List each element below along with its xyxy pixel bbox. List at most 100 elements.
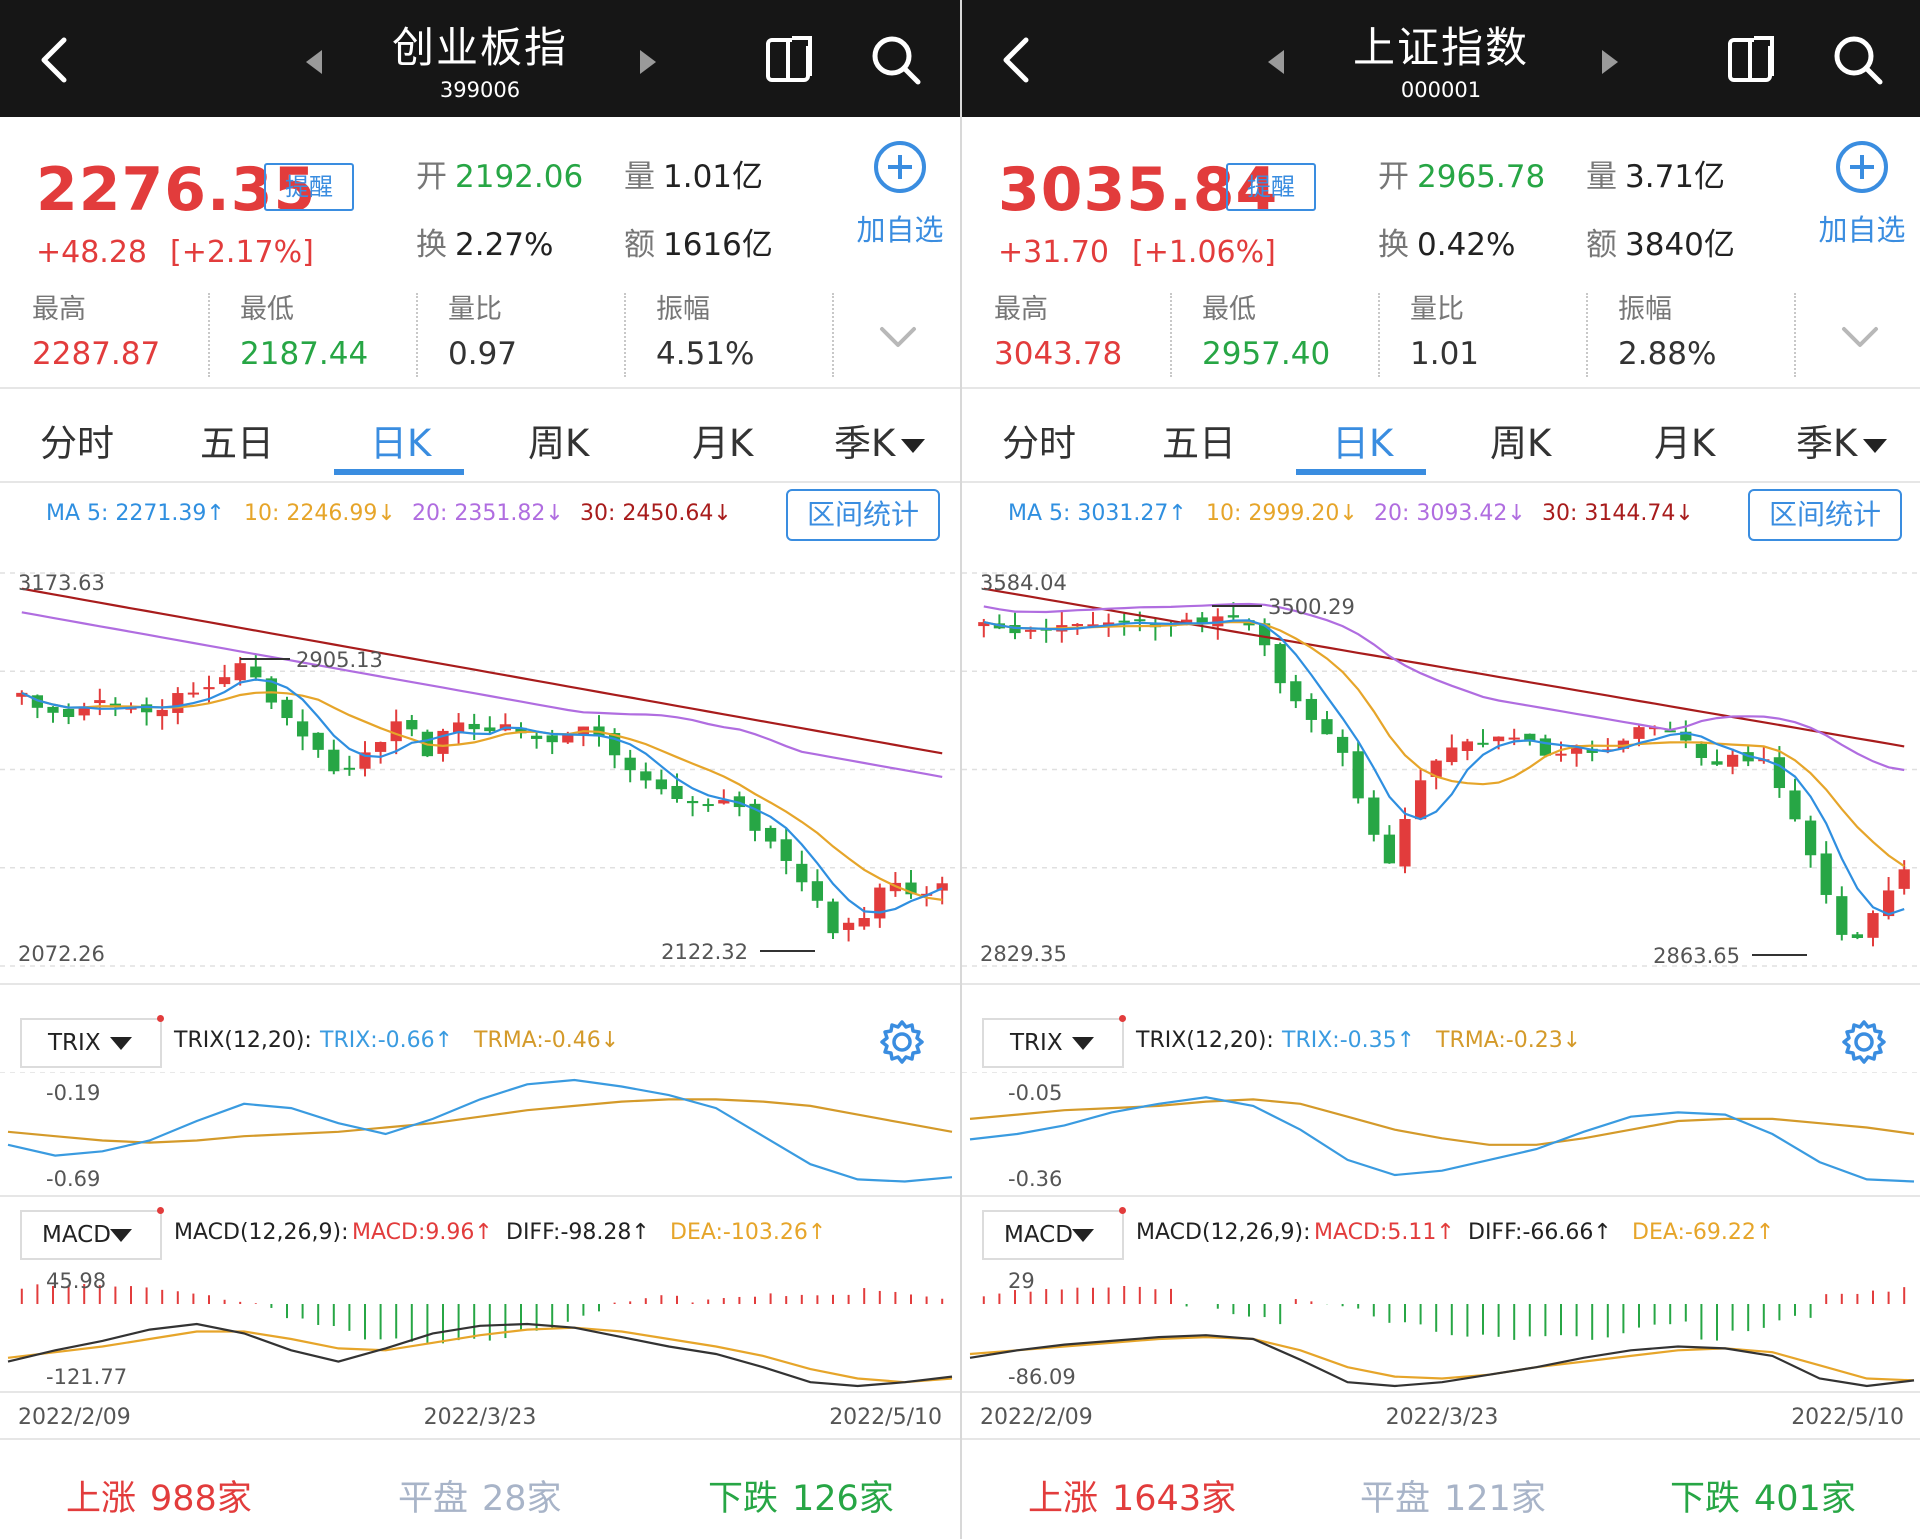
date-mid-label: 2022/3/23 xyxy=(1386,1405,1499,1430)
candle-body xyxy=(1336,736,1349,753)
alert-button[interactable]: 提醒 xyxy=(264,163,354,211)
price-change: +48.28 xyxy=(36,235,148,270)
tab-monthly-k[interactable]: 月K xyxy=(692,413,753,467)
ma20-legend: 20: 3093.42↓ xyxy=(1374,501,1526,526)
candle-body xyxy=(1695,743,1708,758)
stat-value: 2187.44 xyxy=(240,336,369,372)
stat-volume-ratio: 量比 1.01 xyxy=(1410,287,1479,377)
candle-body xyxy=(1867,913,1879,938)
macd-selector-label: MACD xyxy=(42,1222,111,1248)
amount-stat: 额 1616亿 xyxy=(624,219,773,264)
candlestick-chart[interactable]: 3173.63 2072.26 2905.13 2122.32 xyxy=(0,551,960,986)
unchanged[interactable]: 平盘 28家 xyxy=(398,1470,562,1521)
macd-chart: 29 -86.09 2022/2/09 2022/3/23 2022/5/10 xyxy=(962,1269,1920,1430)
candle-body xyxy=(1711,761,1723,765)
macd-selector[interactable]: MACD xyxy=(982,1207,1126,1260)
axis-max-label: 3173.63 xyxy=(18,571,105,595)
open-label: 开 xyxy=(1378,159,1409,195)
trix-selector-label: TRIX xyxy=(48,1030,101,1056)
gear-icon[interactable] xyxy=(1840,1018,1888,1066)
candle-body xyxy=(827,901,839,934)
candle-body xyxy=(218,677,231,685)
open-stat: 开 2965.78 xyxy=(1378,151,1545,196)
search-icon[interactable] xyxy=(868,32,924,88)
candle-body xyxy=(281,699,293,719)
trix-selector[interactable]: TRIX xyxy=(982,1015,1126,1068)
app-root: 创业板指 399006 2276.35 提醒 +48.28 [+2.17%] 开… xyxy=(0,0,1920,1539)
macd-selector[interactable]: MACD xyxy=(20,1207,164,1260)
macd-chart: 45.98 -121.77 2022/2/09 2022/3/23 2022/5/10 xyxy=(0,1269,960,1430)
turnover-value: 0.42% xyxy=(1417,227,1516,263)
active-tab-indicator xyxy=(334,469,464,475)
trix-selector[interactable]: TRIX xyxy=(20,1015,164,1068)
gear-icon[interactable] xyxy=(878,1018,926,1066)
unchanged[interactable]: 平盘 121家 xyxy=(1360,1470,1546,1521)
divider xyxy=(416,293,418,377)
chevron-down-icon[interactable] xyxy=(1840,323,1880,353)
stat-volume-ratio: 量比 0.97 xyxy=(448,287,517,377)
candle-body xyxy=(530,735,543,739)
next-index-icon[interactable] xyxy=(1598,48,1622,76)
axis-min-label: 2829.35 xyxy=(980,942,1067,966)
divider xyxy=(1170,293,1172,377)
decliners[interactable]: 下跌 401家 xyxy=(1670,1470,1856,1521)
add-watchlist-button[interactable]: 加自选 xyxy=(1812,139,1912,259)
tab-intraday[interactable]: 分时 xyxy=(1002,413,1076,467)
next-index-icon[interactable] xyxy=(636,48,660,76)
turnover-label: 换 xyxy=(1378,227,1409,263)
candle-body xyxy=(1633,727,1645,739)
range-stats-button[interactable]: 区间统计 xyxy=(786,489,940,541)
add-watchlist-button[interactable]: 加自选 xyxy=(850,139,950,259)
split-screen-icon[interactable] xyxy=(1724,32,1780,88)
trix-params: TRIX(12,20): xyxy=(174,1028,312,1053)
candle-body xyxy=(1492,736,1505,742)
tab-intraday[interactable]: 分时 xyxy=(40,413,114,467)
period-tabs: 分时 五日 日K 周K 月K 季K xyxy=(0,387,960,483)
dea-line xyxy=(7,1326,953,1384)
turnover-stat: 换 0.42% xyxy=(1378,219,1515,264)
stat-value: 2957.40 xyxy=(1202,336,1331,372)
range-stats-button[interactable]: 区间统计 xyxy=(1748,489,1902,541)
candle-body xyxy=(671,785,683,799)
ma10-line xyxy=(983,620,1905,868)
ma30-legend: 30: 2450.64↓ xyxy=(580,501,732,526)
search-icon[interactable] xyxy=(1830,32,1886,88)
tab-quarterly-k[interactable]: 季K xyxy=(834,413,926,467)
stat-label: 振幅 xyxy=(1618,294,1672,325)
tab-daily-k[interactable]: 日K xyxy=(370,413,431,467)
plus-circle-icon xyxy=(1836,141,1888,193)
candle-body xyxy=(842,922,855,930)
chevron-down-icon[interactable] xyxy=(878,323,918,353)
candle-body xyxy=(390,721,402,742)
amount-label: 额 xyxy=(624,227,655,263)
decliners[interactable]: 下跌 126家 xyxy=(708,1470,894,1521)
tab-monthly-k[interactable]: 月K xyxy=(1654,413,1715,467)
ma5-line xyxy=(983,619,1905,916)
trma-line xyxy=(7,1098,953,1144)
candle-body xyxy=(250,666,262,678)
advancers[interactable]: 上涨 1643家 xyxy=(1028,1470,1236,1521)
tab-weekly-k[interactable]: 周K xyxy=(1490,413,1551,467)
ma30-legend: 30: 3144.74↓ xyxy=(1542,501,1694,526)
candlestick-chart[interactable]: 3584.04 2829.35 3500.29 2863.65 xyxy=(962,551,1920,986)
tab-quarterly-k[interactable]: 季K xyxy=(1796,413,1888,467)
alert-button[interactable]: 提醒 xyxy=(1226,163,1316,211)
date-start-label: 2022/2/09 xyxy=(18,1405,131,1430)
stat-value: 0.97 xyxy=(448,336,518,372)
tab-daily-k[interactable]: 日K xyxy=(1332,413,1393,467)
date-end-label: 2022/5/10 xyxy=(1791,1405,1904,1430)
split-screen-icon[interactable] xyxy=(762,32,818,88)
candle-body xyxy=(1399,819,1411,867)
stat-amplitude: 振幅 4.51% xyxy=(656,287,754,377)
macd-bar: MACD MACD(12,26,9): MACD:5.11↑ DIFF:-66.… xyxy=(962,1206,1920,1264)
tab-weekly-k[interactable]: 周K xyxy=(528,413,589,467)
trix-line xyxy=(7,1078,953,1183)
advancers-label: 上涨 xyxy=(1028,1479,1099,1519)
advancers[interactable]: 上涨 988家 xyxy=(66,1470,252,1521)
stat-value: 2.88% xyxy=(1618,336,1717,372)
tab-five-day[interactable]: 五日 xyxy=(200,413,274,467)
candle-body xyxy=(811,881,824,901)
red-dot xyxy=(1119,1015,1126,1022)
candle-body xyxy=(858,918,870,927)
tab-five-day[interactable]: 五日 xyxy=(1162,413,1236,467)
